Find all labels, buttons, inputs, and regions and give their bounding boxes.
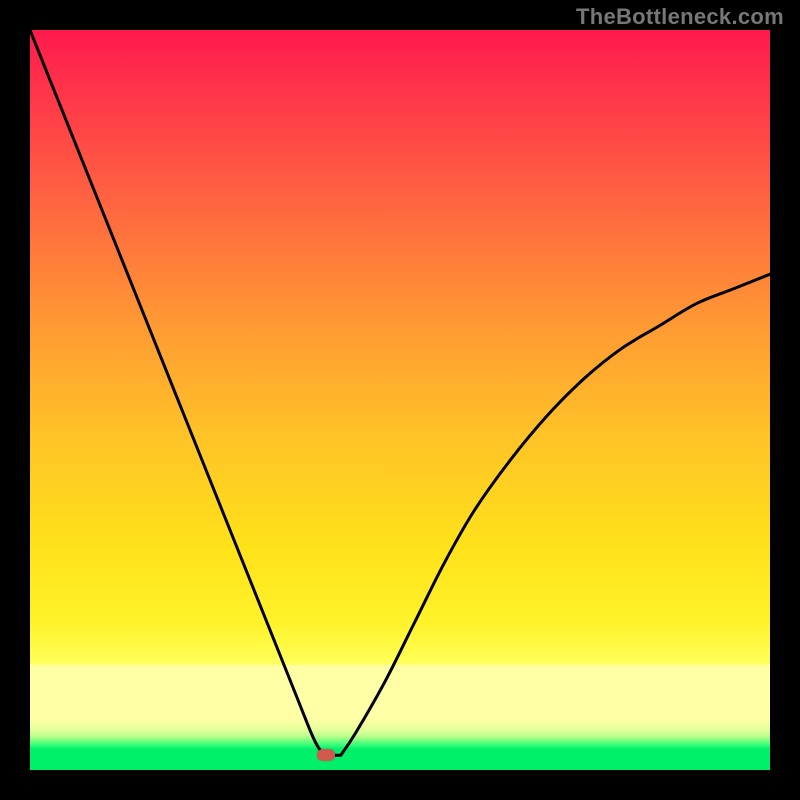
bottleneck-curve — [30, 30, 770, 770]
chart-frame: TheBottleneck.com — [0, 0, 800, 800]
watermark-text: TheBottleneck.com — [576, 4, 784, 30]
minimum-marker — [317, 749, 335, 761]
plot-area — [30, 30, 770, 770]
